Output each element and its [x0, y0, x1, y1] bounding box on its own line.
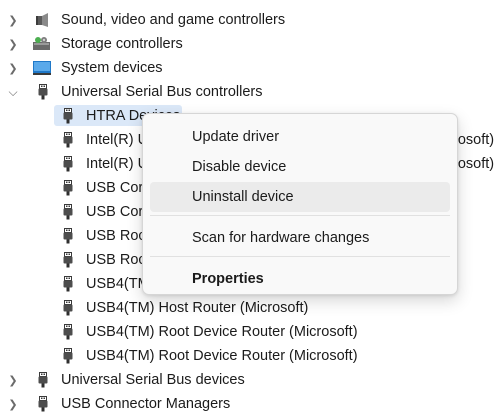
usb-plug-icon: [34, 372, 52, 388]
chevron-right-icon[interactable]: ❯: [6, 57, 20, 79]
tree-item-label: Storage controllers: [61, 36, 183, 52]
tree-item-label: USB Cor: [86, 204, 144, 220]
tree-item-label: USB Cor: [86, 180, 144, 196]
tree-item-label: USB4(TM) Host Router (Microsoft): [86, 300, 309, 316]
device-tree: ❯ Sound, video and game controllers ❯ St…: [0, 0, 502, 415]
tree-item-label: Intel(R) U: [86, 156, 149, 172]
tree-item-label: USB Roc: [86, 228, 146, 244]
tree-item-label: USB4(TM) Root Device Router (Microsoft): [86, 324, 358, 340]
tree-item-label: USB Connector Managers: [61, 396, 231, 412]
chevron-down-icon[interactable]: ⌵: [6, 81, 20, 103]
usb-plug-icon: [59, 324, 77, 340]
usb-plug-icon: [59, 156, 77, 172]
menu-item-label: Scan for hardware changes: [192, 230, 370, 246]
context-menu: Update driver Disable device Uninstall d…: [142, 113, 458, 295]
tree-item-storage-controllers[interactable]: ❯ Storage controllers: [0, 33, 502, 55]
tree-item-label: Universal Serial Bus devices: [61, 372, 245, 388]
menu-item-update-driver[interactable]: Update driver: [150, 122, 450, 152]
menu-item-label: Disable device: [192, 159, 287, 175]
speaker-icon: [33, 12, 51, 28]
tree-child-usb4-root-device-router-1[interactable]: USB4(TM) Root Device Router (Microsoft): [0, 321, 502, 343]
tree-item-usb-connector-managers[interactable]: ❯ USB Connector Managers: [0, 393, 502, 415]
menu-item-scan-hardware-changes[interactable]: Scan for hardware changes: [150, 223, 450, 253]
usb-plug-icon: [59, 252, 77, 268]
menu-item-disable-device[interactable]: Disable device: [150, 152, 450, 182]
usb-plug-icon: [59, 108, 77, 124]
usb-plug-icon: [59, 276, 77, 292]
menu-separator: [150, 215, 450, 216]
tree-item-system-devices[interactable]: ❯ System devices: [0, 57, 502, 79]
tree-item-label: USB Roc: [86, 252, 146, 268]
usb-plug-icon: [59, 204, 77, 220]
tree-child-usb4-root-device-router-2[interactable]: USB4(TM) Root Device Router (Microsoft): [0, 345, 502, 367]
menu-item-uninstall-device[interactable]: Uninstall device: [150, 182, 450, 212]
usb-plug-icon: [59, 132, 77, 148]
usb-plug-icon: [59, 180, 77, 196]
menu-item-label: Properties: [192, 271, 264, 287]
tree-item-sound-video-game[interactable]: ❯ Sound, video and game controllers: [0, 9, 502, 31]
usb-plug-icon: [59, 348, 77, 364]
chevron-right-icon[interactable]: ❯: [6, 33, 20, 55]
menu-item-properties[interactable]: Properties: [150, 264, 450, 294]
system-devices-icon: [32, 60, 51, 76]
usb-plug-icon: [59, 228, 77, 244]
tree-item-label: Universal Serial Bus controllers: [61, 84, 263, 100]
tree-item-usb-devices[interactable]: ❯ Universal Serial Bus devices: [0, 369, 502, 391]
usb-plug-icon: [59, 300, 77, 316]
tree-item-label: Sound, video and game controllers: [61, 12, 286, 28]
usb-plug-icon: [34, 84, 52, 100]
chevron-right-icon[interactable]: ❯: [6, 9, 20, 31]
tree-item-label-suffix: rosoft): [453, 156, 495, 172]
tree-item-usb-controllers[interactable]: ⌵ Universal Serial Bus controllers: [0, 81, 502, 103]
menu-separator: [150, 256, 450, 257]
chevron-right-icon[interactable]: ❯: [6, 393, 20, 415]
storage-controller-icon: [32, 36, 50, 52]
tree-item-label: Intel(R) U: [86, 132, 149, 148]
tree-item-label: USB4(TM: [86, 276, 150, 292]
menu-item-label: Update driver: [192, 129, 280, 145]
chevron-right-icon[interactable]: ❯: [6, 369, 20, 391]
tree-item-label: USB4(TM) Root Device Router (Microsoft): [86, 348, 358, 364]
tree-child-usb4-host-router[interactable]: USB4(TM) Host Router (Microsoft): [0, 297, 502, 319]
usb-plug-icon: [34, 396, 52, 412]
tree-item-label-suffix: rosoft): [453, 132, 495, 148]
menu-item-label: Uninstall device: [192, 189, 294, 205]
tree-item-label: System devices: [61, 60, 163, 76]
